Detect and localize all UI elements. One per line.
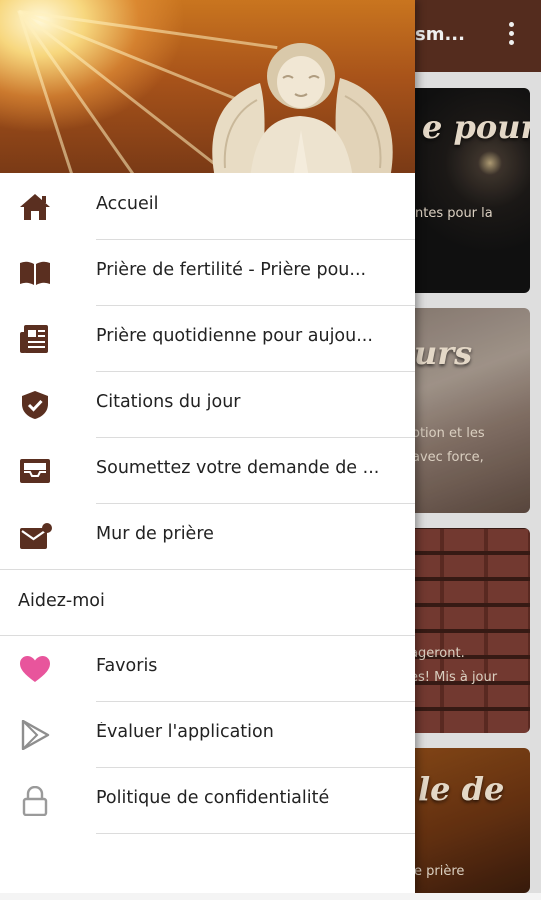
drawer-item-politique[interactable]: Politique de confidentialité — [0, 768, 415, 834]
drawer-item-label: Mur de prière — [96, 524, 214, 544]
drawer-item-label: Évaluer l'application — [96, 722, 274, 742]
drawer-item-favoris[interactable]: Favoris — [0, 636, 415, 702]
mail-notification-icon — [20, 523, 52, 549]
divider — [96, 833, 415, 834]
section-divider — [0, 569, 415, 570]
home-icon — [20, 194, 50, 220]
drawer-item-label: Citations du jour — [96, 392, 241, 412]
drawer-item-label: Prière quotidienne pour aujou... — [96, 326, 373, 346]
inbox-icon — [20, 459, 50, 483]
drawer-item-label: Politique de confidentialité — [96, 788, 330, 808]
drawer-item-label: Accueil — [96, 194, 159, 214]
drawer-item-accueil[interactable]: Accueil — [0, 174, 415, 240]
system-navigation-bar — [0, 893, 541, 900]
book-icon — [20, 261, 50, 285]
drawer-item-soumettez[interactable]: Soumettez votre demande de ... — [0, 438, 415, 504]
newspaper-icon — [20, 325, 48, 353]
angel-statue-image — [212, 43, 393, 173]
drawer-item-label: Favoris — [96, 656, 158, 676]
shield-check-icon — [22, 391, 48, 419]
lock-icon — [22, 786, 48, 816]
drawer-item-citations[interactable]: Citations du jour — [0, 372, 415, 438]
navigation-drawer: Accueil Prière de fertilité - Prière pou… — [0, 0, 415, 893]
heart-icon — [20, 656, 50, 682]
drawer-header-image — [0, 0, 415, 173]
drawer-item-fertilite[interactable]: Prière de fertilité - Prière pou... — [0, 240, 415, 306]
drawer-item-label: Prière de fertilité - Prière pou... — [96, 260, 367, 280]
section-header: Aidez-moi — [18, 591, 105, 611]
play-store-icon — [21, 720, 50, 750]
drawer-item-label: Soumettez votre demande de ... — [96, 458, 380, 478]
drawer-item-quotidienne[interactable]: Prière quotidienne pour aujou... — [0, 306, 415, 372]
drawer-item-mur-de-priere[interactable]: Mur de prière — [0, 504, 415, 570]
drawer-item-evaluer[interactable]: Évaluer l'application — [0, 702, 415, 768]
